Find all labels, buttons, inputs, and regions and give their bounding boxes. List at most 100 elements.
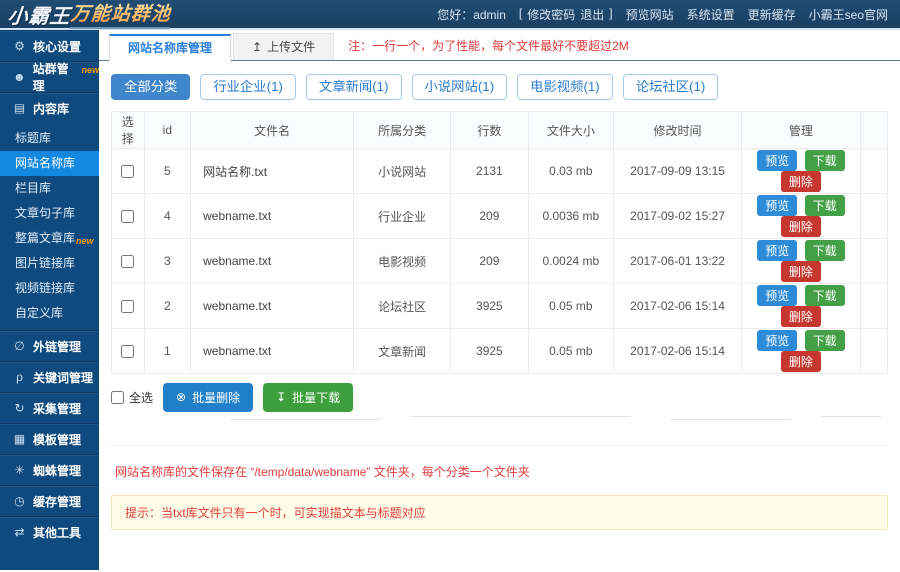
sidebar-nav: ⚙ 核心设置 ☻ 站群管理 new ▤ 内容库 标题库 网站名称库 栏目库 文章… <box>0 30 99 570</box>
row-checkbox[interactable] <box>121 165 134 178</box>
system-settings-link[interactable]: 系统设置 <box>687 6 735 23</box>
cell-filename: webname.txt <box>191 239 354 284</box>
cell-modified: 2017-02-06 15:14 <box>614 329 742 374</box>
preview-site-link[interactable]: 预览网站 <box>626 6 674 23</box>
cell-size: 0.05 mb <box>528 329 613 374</box>
bracket-close: ] <box>609 6 612 23</box>
cell-id: 2 <box>144 284 191 329</box>
submenu-item-article-library[interactable]: 整篇文章库 new <box>0 226 99 251</box>
submenu-item-custom-library[interactable]: 自定义库 <box>0 301 99 326</box>
download-button[interactable]: 下载 <box>805 195 845 216</box>
sidebar-item-keyword-management[interactable]: ρ 关键词管理 <box>0 361 99 392</box>
cell-lines: 3925 <box>451 329 529 374</box>
submenu-item-column-library[interactable]: 栏目库 <box>0 176 99 201</box>
sidebar-item-label: 关键词管理 <box>33 369 93 386</box>
category-movie-button[interactable]: 电影视频(1) <box>517 74 613 100</box>
download-button[interactable]: 下载 <box>805 240 845 261</box>
logo-text-right: 万能站群池 <box>69 0 172 29</box>
sidebar-item-sitegroup-management[interactable]: ☻ 站群管理 new <box>0 61 99 92</box>
delete-button[interactable]: 删除 <box>781 306 821 327</box>
submenu-item-image-link-library[interactable]: 图片链接库 <box>0 251 99 276</box>
download-button[interactable]: 下载 <box>805 150 845 171</box>
tab-upload-file[interactable]: ↥ 上传文件 <box>233 33 334 60</box>
submenu-item-title-library[interactable]: 标题库 <box>0 126 99 151</box>
change-password-link[interactable]: 修改密码 <box>527 6 575 23</box>
cell-spacer <box>860 149 887 194</box>
table-row: 2 webname.txt 论坛社区 3925 0.05 mb 2017-02-… <box>112 284 888 329</box>
delete-button[interactable]: 删除 <box>781 216 821 237</box>
tab-note-text: 注：一行一个，为了性能，每个文件最好不要超过2M <box>348 33 629 60</box>
row-checkbox[interactable] <box>121 210 134 223</box>
delete-button[interactable]: 删除 <box>781 261 821 282</box>
download-button[interactable]: 下载 <box>805 330 845 351</box>
tip-message-box: 提示：当txt库文件只有一个时，可实现描文本与标题对应 <box>111 495 888 530</box>
cell-filename: 网站名称.txt <box>191 149 354 194</box>
submenu-item-sentence-library[interactable]: 文章句子库 <box>0 201 99 226</box>
preview-button[interactable]: 预览 <box>757 195 797 216</box>
select-all-control[interactable]: 全选 <box>111 389 153 406</box>
cell-filename: webname.txt <box>191 284 354 329</box>
sidebar-item-content-library[interactable]: ▤ 内容库 <box>0 92 99 123</box>
cell-category: 行业企业 <box>354 194 451 239</box>
sidebar-item-spider-management[interactable]: ✳ 蜘蛛管理 <box>0 454 99 485</box>
sidebar-item-template-management[interactable]: ▦ 模板管理 <box>0 423 99 454</box>
grid-icon: ▦ <box>13 432 26 446</box>
cell-spacer <box>860 239 887 284</box>
row-checkbox[interactable] <box>121 300 134 313</box>
header-filename: 文件名 <box>191 112 354 149</box>
faint-render-artifacts <box>111 411 888 445</box>
header-category: 所属分类 <box>354 112 451 149</box>
category-news-button[interactable]: 文章新闻(1) <box>306 74 402 100</box>
submenu-item-video-link-library[interactable]: 视频链接库 <box>0 276 99 301</box>
category-all-button[interactable]: 全部分类 <box>111 74 190 100</box>
refresh-cache-link[interactable]: 更新缓存 <box>748 6 796 23</box>
category-novel-button[interactable]: 小说网站(1) <box>412 74 508 100</box>
cell-size: 0.0036 mb <box>528 194 613 239</box>
account-links: [ 修改密码 退出 ] <box>519 6 613 23</box>
select-all-checkbox[interactable] <box>111 391 124 404</box>
row-checkbox[interactable] <box>121 345 134 358</box>
app-logo: 小霸王 万能站群池 <box>6 0 172 29</box>
preview-button[interactable]: 预览 <box>757 150 797 171</box>
cell-lines: 209 <box>451 239 529 284</box>
preview-button[interactable]: 预览 <box>757 285 797 306</box>
sidebar-item-other-tools[interactable]: ⇄ 其他工具 <box>0 516 99 547</box>
delete-button[interactable]: 删除 <box>781 351 821 372</box>
preview-button[interactable]: 预览 <box>757 240 797 261</box>
batch-delete-button[interactable]: ⊗ 批量删除 <box>163 383 253 412</box>
sidebar-item-cache-management[interactable]: ◷ 缓存管理 <box>0 485 99 516</box>
header-lines: 行数 <box>451 112 529 149</box>
refresh-icon: ↻ <box>13 401 26 415</box>
header-id: id <box>144 112 191 149</box>
shuffle-icon: ⇄ <box>13 525 26 539</box>
preview-button[interactable]: 预览 <box>757 330 797 351</box>
sidebar-item-external-links[interactable]: ∅ 外链管理 <box>0 330 99 361</box>
cell-size: 0.05 mb <box>528 284 613 329</box>
sidebar-item-collection-management[interactable]: ↻ 采集管理 <box>0 392 99 423</box>
submenu-item-webname-library[interactable]: 网站名称库 <box>0 151 99 176</box>
sidebar-item-label: 内容库 <box>33 100 69 117</box>
logout-link[interactable]: 退出 <box>580 6 604 23</box>
submenu-label: 整篇文章库 <box>15 226 75 251</box>
row-checkbox[interactable] <box>121 255 134 268</box>
category-industry-button[interactable]: 行业企业(1) <box>200 74 296 100</box>
batch-download-button[interactable]: ↧ 批量下载 <box>263 383 353 412</box>
spider-icon: ✳ <box>13 463 26 477</box>
cell-lines: 3925 <box>451 284 529 329</box>
cell-size: 0.0024 mb <box>528 239 613 284</box>
submenu-label: 图片链接库 <box>15 251 75 276</box>
header-size: 文件大小 <box>528 112 613 149</box>
cell-lines: 209 <box>451 194 529 239</box>
tab-webname-library-management[interactable]: 网站名称库管理 <box>109 34 231 61</box>
delete-button[interactable]: 删除 <box>781 171 821 192</box>
cell-actions: 预览 下载 删除 <box>742 284 861 329</box>
download-button[interactable]: 下载 <box>805 285 845 306</box>
cell-size: 0.03 mb <box>528 149 613 194</box>
sidebar-item-core-settings[interactable]: ⚙ 核心设置 <box>0 30 99 61</box>
header-select: 选择 <box>112 112 145 149</box>
cell-modified: 2017-09-09 13:15 <box>614 149 742 194</box>
sidebar-item-label: 模板管理 <box>33 431 81 448</box>
category-forum-button[interactable]: 论坛社区(1) <box>623 74 719 100</box>
official-site-link[interactable]: 小霸王seo官网 <box>809 6 888 23</box>
submenu-label: 栏目库 <box>15 176 51 201</box>
